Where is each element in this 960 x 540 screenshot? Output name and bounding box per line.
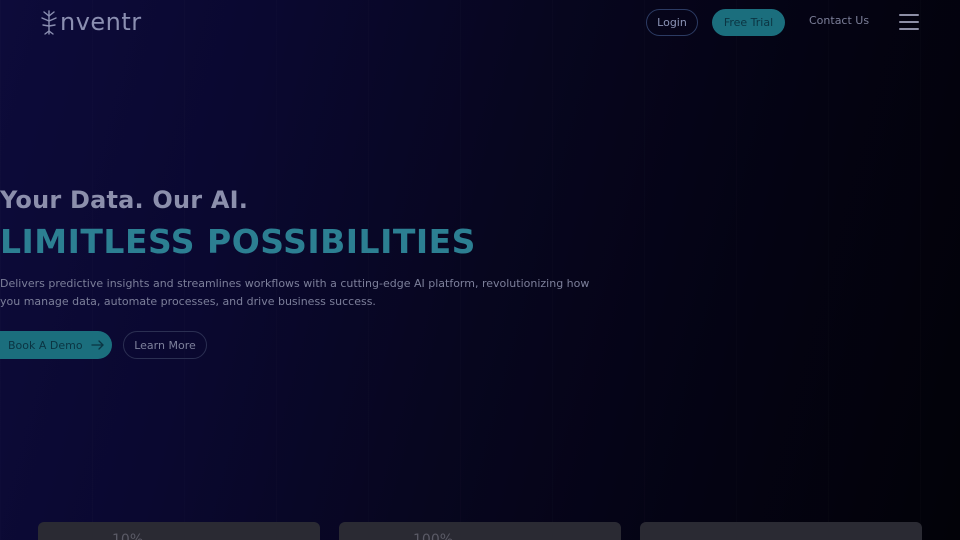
stat-card [640, 522, 922, 540]
hamburger-menu-icon[interactable] [899, 14, 919, 30]
stat-value: 100% [413, 532, 454, 540]
logo-text: nventr [60, 8, 142, 36]
hero-subtitle: Your Data. Our AI. [0, 186, 249, 214]
contact-us-link[interactable]: Contact Us [809, 14, 869, 27]
menu-bar [899, 14, 919, 16]
learn-more-button[interactable]: Learn More [123, 331, 207, 359]
hero-title: LIMITLESS POSSIBILITIES [0, 222, 476, 261]
stat-card: 100% [339, 522, 621, 540]
arrow-right-icon [90, 340, 104, 350]
free-trial-button[interactable]: Free Trial [712, 9, 785, 36]
tree-logo-icon [41, 10, 57, 35]
menu-bar [899, 21, 919, 23]
logo[interactable]: nventr [38, 8, 142, 36]
stat-card: 10% [38, 522, 320, 540]
site-header: nventr Login Free Trial Contact Us [0, 0, 960, 44]
menu-bar [899, 28, 919, 30]
background-bands [0, 0, 960, 540]
hero-description: Delivers predictive insights and streaml… [0, 277, 590, 308]
book-demo-button[interactable]: Book A Demo [0, 331, 112, 359]
login-button[interactable]: Login [646, 9, 698, 36]
stat-value: 10% [112, 532, 144, 540]
book-demo-label: Book A Demo [8, 338, 83, 352]
